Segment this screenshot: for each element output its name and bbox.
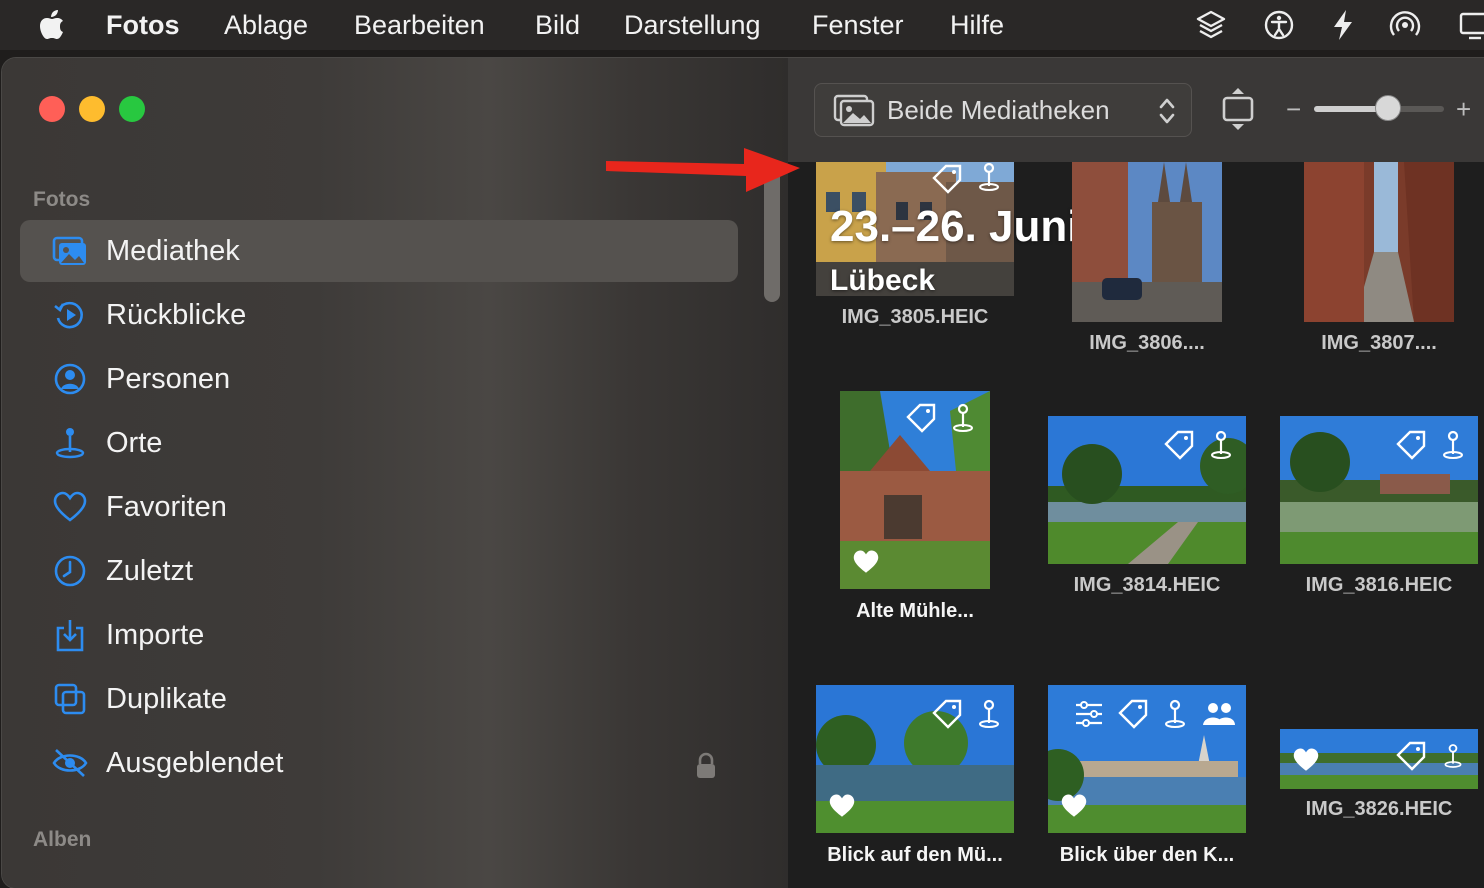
photo-caption: IMG_3826.HEIC (1305, 798, 1453, 820)
import-icon (56, 620, 84, 652)
annotation-arrow (606, 148, 800, 192)
photo-caption: IMG_3814.HEIC (1073, 574, 1221, 596)
sidebar-item-label: Favoriten (106, 491, 227, 523)
location-pin-icon (979, 162, 999, 191)
menu-ablage[interactable]: Ablage (224, 8, 308, 42)
photo-caption: IMG_3805.HEIC (841, 306, 989, 328)
sidebar-item-label: Orte (106, 427, 163, 459)
sidebar-item-label: Mediathek (106, 235, 240, 267)
menu-darstellung[interactable]: Darstellung (624, 8, 761, 42)
library-select[interactable]: Beide Mediatheken (814, 83, 1192, 137)
accessibility-icon[interactable] (1262, 8, 1296, 42)
tag-icon (1396, 741, 1426, 771)
location-pin-icon (1444, 744, 1462, 768)
sidebar-item-label: Duplikate (106, 683, 227, 715)
slideshow-fit-icon[interactable] (1220, 86, 1256, 132)
zoom-out-button[interactable]: − (1286, 94, 1301, 124)
location-pin-icon (1211, 430, 1231, 459)
photo-thumbnail[interactable] (1304, 162, 1454, 322)
photo-caption: IMG_3816.HEIC (1305, 574, 1453, 596)
display-icon[interactable] (1458, 8, 1484, 42)
photo-caption: IMG_3807.... (1321, 332, 1437, 354)
zoom-button[interactable] (119, 96, 145, 122)
photo-thumbnail[interactable] (1048, 685, 1246, 833)
memories-icon (54, 301, 83, 329)
layers-icon[interactable] (1194, 8, 1228, 42)
photo-caption: Alte Mühle... (856, 600, 974, 622)
apple-icon[interactable] (38, 9, 68, 41)
tag-icon (932, 164, 962, 194)
sidebar-item-ausgeblendet[interactable]: Ausgeblendet (20, 732, 738, 794)
sidebar-item-label: Importe (106, 619, 205, 651)
tag-icon (1118, 699, 1148, 729)
sidebar-item-label: Zuletzt (106, 555, 194, 587)
minimize-button[interactable] (79, 96, 105, 122)
lock-icon (697, 752, 715, 778)
duplicate-icon (54, 683, 86, 715)
location-pin-icon (979, 699, 999, 728)
location-pin-icon (953, 403, 973, 432)
tag-icon (932, 699, 962, 729)
moment-place-title[interactable]: Lübeck (830, 264, 935, 298)
favorite-heart-icon[interactable] (852, 549, 880, 575)
sidebar-item-orte[interactable]: Orte (20, 412, 738, 474)
people-icon (1203, 703, 1235, 725)
menu-bild[interactable]: Bild (535, 8, 580, 42)
tag-icon (906, 403, 936, 433)
airdrop-icon[interactable] (1388, 8, 1422, 42)
photo-grid: 23.–26. Juni 2022 Lübeck IMG_3805.HEIC I… (788, 162, 1484, 888)
sidebar-item-label: Rückblicke (106, 299, 247, 331)
adjustments-icon (1076, 701, 1102, 727)
heart-icon (53, 491, 87, 522)
favorite-heart-icon[interactable] (1060, 793, 1088, 819)
chevron-updown-icon (1159, 98, 1175, 124)
close-button[interactable] (39, 96, 65, 122)
sidebar-item-label: Personen (106, 363, 231, 395)
tag-icon (1396, 430, 1426, 460)
photo-thumbnail[interactable] (816, 685, 1014, 833)
sidebar-item-zuletzt[interactable]: Zuletzt (20, 540, 738, 602)
bolt-icon[interactable] (1326, 8, 1360, 42)
photos-window: Fotos Mediathek Rückblicke Personen Orte… (2, 58, 1484, 888)
photo-caption: Blick über den K... (1059, 844, 1235, 866)
library-select-label: Beide Mediatheken (887, 95, 1110, 125)
person-icon (54, 363, 86, 395)
zoom-slider[interactable] (1314, 95, 1444, 121)
photo-caption: Blick auf den Mü... (827, 844, 1003, 866)
sidebar-item-personen[interactable]: Personen (20, 348, 738, 410)
favorite-heart-icon[interactable] (828, 793, 856, 819)
sidebar-item-importe[interactable]: Importe (20, 604, 738, 666)
photo-thumbnail[interactable] (1072, 162, 1222, 322)
zoom-slider-knob[interactable] (1375, 95, 1401, 121)
menu-fenster[interactable]: Fenster (812, 8, 904, 42)
photo-library-icon (833, 94, 875, 127)
favorite-heart-icon[interactable] (1292, 747, 1320, 773)
sidebar-item-rueckblicke[interactable]: Rückblicke (20, 284, 738, 346)
menu-bearbeiten[interactable]: Bearbeiten (354, 8, 485, 42)
toolbar: Beide Mediatheken − + (788, 58, 1484, 163)
section-fotos[interactable]: Fotos (33, 188, 90, 212)
sidebar-item-favoriten[interactable]: Favoriten (20, 476, 738, 538)
tag-icon (1164, 430, 1194, 460)
photo-caption: IMG_3806.... (1089, 332, 1205, 354)
photo-thumbnail[interactable] (1280, 416, 1478, 564)
location-pin-icon (1165, 699, 1185, 728)
menu-hilfe[interactable]: Hilfe (950, 8, 1004, 42)
menu-bar: Fotos Ablage Bearbeiten Bild Darstellung… (0, 0, 1484, 50)
zoom-in-button[interactable]: + (1456, 94, 1471, 124)
hidden-eye-icon (52, 749, 88, 777)
section-alben[interactable]: Alben (33, 828, 91, 852)
location-pin-icon (1443, 430, 1463, 459)
sidebar-item-duplikate[interactable]: Duplikate (20, 668, 738, 730)
menu-fotos[interactable]: Fotos (106, 8, 180, 42)
clock-icon (54, 555, 86, 587)
photo-library-icon (52, 236, 86, 265)
photo-thumbnail[interactable] (1048, 416, 1246, 564)
sidebar-item-label: Ausgeblendet (106, 747, 284, 779)
sidebar-item-mediathek[interactable]: Mediathek (20, 220, 738, 282)
photo-thumbnail[interactable] (840, 391, 990, 589)
photo-thumbnail[interactable] (1280, 729, 1478, 789)
pin-icon (55, 428, 85, 459)
